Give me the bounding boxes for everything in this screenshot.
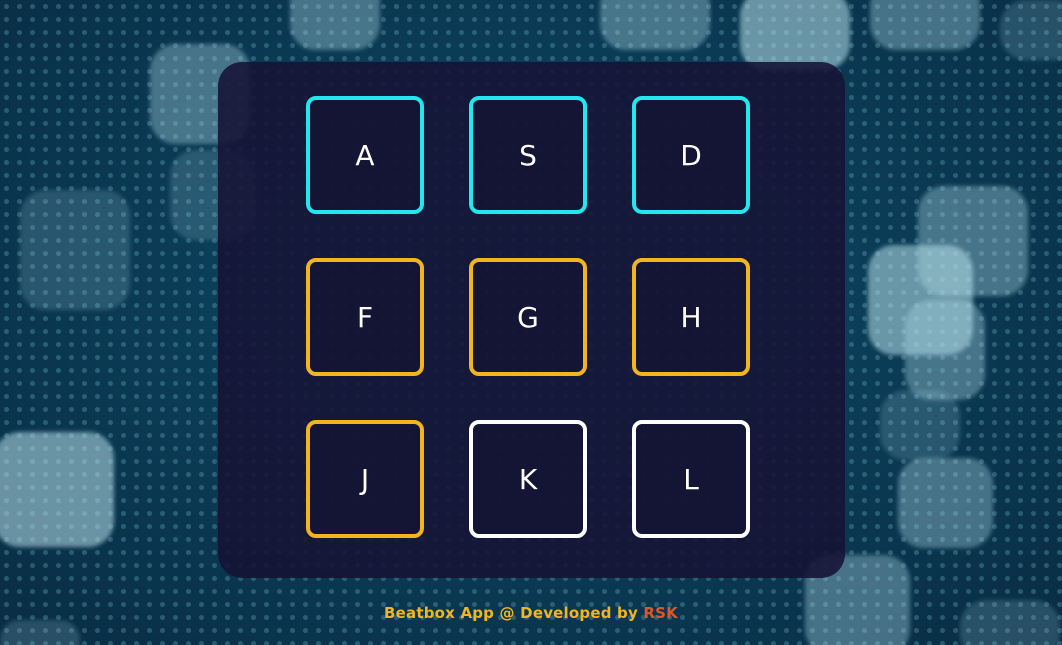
- background-bokeh: [918, 186, 1028, 296]
- background-bokeh: [905, 300, 985, 400]
- background-bokeh: [20, 190, 130, 310]
- drum-key-k[interactable]: K: [469, 420, 587, 538]
- drum-key-j[interactable]: J: [306, 420, 424, 538]
- background-bokeh: [870, 0, 980, 50]
- footer-credit: Beatbox App @ Developed by RSK: [0, 604, 1062, 622]
- footer-text: Beatbox App @ Developed by: [384, 604, 644, 622]
- drum-key-l[interactable]: L: [632, 420, 750, 538]
- background-bokeh: [0, 620, 80, 645]
- drum-key-f[interactable]: F: [306, 258, 424, 376]
- footer-author: RSK: [643, 604, 678, 622]
- drum-key-d[interactable]: D: [632, 96, 750, 214]
- background-bokeh: [0, 432, 114, 547]
- drum-key-h[interactable]: H: [632, 258, 750, 376]
- background-bokeh: [290, 0, 380, 50]
- background-bokeh: [898, 458, 993, 548]
- drum-key-s[interactable]: S: [469, 96, 587, 214]
- drum-key-g[interactable]: G: [469, 258, 587, 376]
- background-bokeh: [600, 0, 710, 50]
- drum-key-a[interactable]: A: [306, 96, 424, 214]
- background-bokeh: [868, 245, 973, 355]
- background-bokeh: [740, 0, 850, 70]
- background-bokeh: [880, 390, 960, 460]
- background-bokeh: [1000, 0, 1062, 60]
